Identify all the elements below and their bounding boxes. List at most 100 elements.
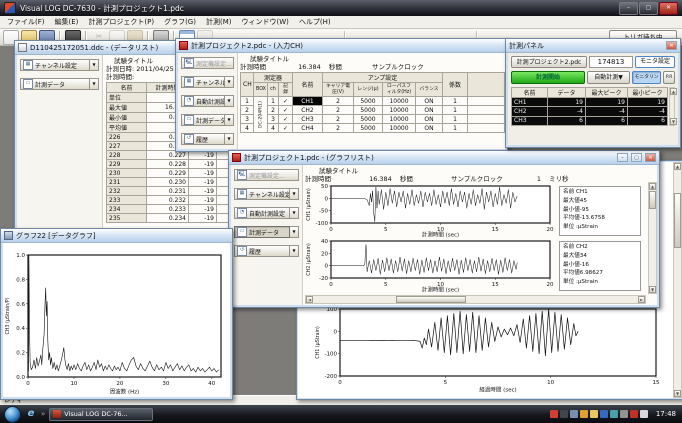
pr-button[interactable]: P.R bbox=[663, 71, 675, 84]
close-button[interactable]: ✕ bbox=[645, 153, 656, 162]
cell[interactable]: 最大値 bbox=[107, 103, 147, 113]
cell[interactable]: 5000 bbox=[354, 124, 383, 133]
cell[interactable]: 19 bbox=[586, 98, 628, 107]
scrollbar-thumb[interactable] bbox=[396, 296, 466, 303]
scroll-left-icon[interactable]: ◄ bbox=[306, 296, 313, 303]
cell[interactable]: 231 bbox=[107, 178, 147, 187]
menu-measure[interactable]: 計測(M) bbox=[201, 16, 237, 28]
cell[interactable] bbox=[468, 124, 505, 133]
start-button[interactable] bbox=[4, 406, 21, 423]
cell[interactable]: 4 bbox=[241, 124, 254, 133]
record-check-icon[interactable]: ✓ bbox=[279, 106, 293, 115]
tray-icon-7[interactable] bbox=[610, 410, 618, 418]
column-header-box[interactable]: BOX bbox=[254, 83, 268, 97]
menu-help[interactable]: ヘルプ(H) bbox=[294, 16, 336, 28]
cell[interactable]: ON bbox=[416, 106, 443, 115]
column-header[interactable]: 名前 bbox=[512, 88, 548, 98]
monitoring-button[interactable]: モニタリング bbox=[632, 71, 661, 84]
scroll-down-icon[interactable]: ▼ bbox=[674, 390, 681, 397]
record-check-icon[interactable]: ✓ bbox=[279, 97, 293, 106]
menu-file[interactable]: ファイル(F) bbox=[2, 16, 50, 28]
maximize-button[interactable]: ▢ bbox=[631, 153, 642, 162]
taskbar-task-button[interactable]: Visual LOG DC-76... bbox=[49, 408, 153, 421]
channel-name-cell-selected[interactable]: CH1 bbox=[293, 97, 323, 106]
cell[interactable]: 2 bbox=[323, 124, 354, 133]
chevron-down-icon[interactable]: ▼ bbox=[225, 95, 234, 107]
cell[interactable]: 5000 bbox=[354, 106, 383, 115]
cell[interactable]: -19 bbox=[189, 196, 217, 205]
table-row[interactable]: 3 3 ✓ CH3 2 5000 10000 ON 1 bbox=[241, 115, 505, 124]
menu-project[interactable]: 計測プロジェクト(P) bbox=[83, 16, 159, 28]
column-header-extra[interactable] bbox=[468, 73, 505, 97]
cell[interactable]: 1 bbox=[268, 97, 279, 106]
cell[interactable] bbox=[468, 97, 505, 106]
cell[interactable]: 19 bbox=[548, 98, 586, 107]
cell[interactable]: -19 bbox=[189, 205, 217, 214]
sidebar-item-channel-settings[interactable]: ▦チャンネル設定 ▼ bbox=[20, 59, 99, 71]
cell[interactable]: -4 bbox=[628, 107, 668, 116]
cell[interactable]: 0.228 bbox=[147, 160, 189, 169]
cell[interactable]: 0.231 bbox=[147, 187, 189, 196]
record-check-icon[interactable]: ✓ bbox=[279, 124, 293, 133]
cell[interactable]: 2 bbox=[241, 106, 254, 115]
cell[interactable]: 2 bbox=[268, 106, 279, 115]
cell[interactable]: 0.232 bbox=[147, 196, 189, 205]
input-ch-title-bar[interactable]: 計測プロジェクト2.pdc - (入力CH) bbox=[176, 39, 507, 53]
panel-title-bar[interactable]: 計測パネル ✕ bbox=[506, 39, 680, 53]
chevron-down-icon[interactable]: ▼ bbox=[90, 59, 99, 71]
monitor-settings-button[interactable]: モニタ設定 bbox=[635, 56, 675, 68]
column-header-carrier[interactable]: キャリア電圧(V) bbox=[323, 83, 354, 97]
cell[interactable]: -4 bbox=[548, 107, 586, 116]
cell[interactable]: 233 bbox=[107, 196, 147, 205]
cell[interactable]: 1 bbox=[241, 97, 254, 106]
column-header-name[interactable]: 名前 bbox=[293, 73, 323, 97]
column-header-balance[interactable]: バランス bbox=[416, 83, 443, 97]
cell[interactable]: -19 bbox=[189, 187, 217, 196]
sidebar-item-auto-measure[interactable]: ◔自動計測設定 ▼ bbox=[234, 207, 299, 219]
scroll-right-icon[interactable]: ► bbox=[638, 296, 645, 303]
cell[interactable]: 10000 bbox=[383, 106, 416, 115]
scroll-up-icon[interactable]: ▲ bbox=[674, 163, 681, 170]
column-header-ch-num[interactable]: ch bbox=[268, 83, 279, 97]
tray-icon-9[interactable] bbox=[630, 410, 638, 418]
channel-name-cell[interactable]: CH4 bbox=[293, 124, 323, 133]
channel-name-cell[interactable]: CH3 bbox=[293, 115, 323, 124]
cell[interactable]: -19 bbox=[189, 214, 217, 223]
horizontal-scrollbar[interactable]: ◄ ► bbox=[305, 295, 646, 304]
cell[interactable]: 4 bbox=[268, 124, 279, 133]
vertical-scrollbar[interactable]: ▲ ▼ bbox=[648, 182, 657, 294]
record-check-icon[interactable]: ✓ bbox=[279, 115, 293, 124]
sidebar-item-device-settings[interactable]: 🖳測定機設定... bbox=[181, 57, 234, 69]
scroll-down-icon[interactable]: ▼ bbox=[649, 286, 656, 293]
cell[interactable]: 3 bbox=[241, 115, 254, 124]
scrollbar-thumb[interactable] bbox=[649, 191, 656, 209]
cell[interactable]: 5000 bbox=[354, 97, 383, 106]
cell[interactable] bbox=[468, 115, 505, 124]
menu-graph[interactable]: グラフ(G) bbox=[159, 16, 201, 28]
scrollbar-thumb[interactable] bbox=[674, 193, 681, 248]
chevron-down-icon[interactable]: ▼ bbox=[225, 76, 234, 88]
start-measure-button[interactable]: 計測開始 bbox=[511, 71, 585, 84]
cell[interactable]: 2 bbox=[323, 97, 354, 106]
sidebar-item-history[interactable]: ↺履歴 ▼ bbox=[234, 245, 299, 257]
close-icon[interactable]: ✕ bbox=[666, 41, 677, 50]
cell[interactable]: 230 bbox=[107, 169, 147, 178]
chevron-down-icon[interactable]: ▼ bbox=[290, 207, 299, 219]
column-header[interactable]: 名前 bbox=[107, 83, 147, 93]
cell[interactable]: ON bbox=[416, 124, 443, 133]
table-row[interactable]: CH3666 bbox=[512, 116, 668, 125]
table-row[interactable]: CH1191919 bbox=[512, 98, 668, 107]
cell[interactable]: 0.230 bbox=[147, 178, 189, 187]
cell[interactable]: 0.234 bbox=[147, 214, 189, 223]
cell[interactable]: 2 bbox=[323, 106, 354, 115]
channel-name-cell[interactable]: CH2 bbox=[293, 106, 323, 115]
cell[interactable]: 232 bbox=[107, 187, 147, 196]
sidebar-item-channel-settings[interactable]: ▦チャンネル設定 ▼ bbox=[181, 76, 234, 88]
scroll-down-icon[interactable]: ▼ bbox=[670, 118, 677, 125]
maximize-button[interactable]: ▢ bbox=[639, 2, 658, 15]
cell[interactable]: 235 bbox=[107, 214, 147, 223]
column-header[interactable]: データ bbox=[548, 88, 586, 98]
column-header-coef[interactable]: 係数 bbox=[443, 73, 468, 97]
chevron-down-icon[interactable]: ▼ bbox=[225, 133, 234, 145]
project-select-button[interactable]: 計測プロジェクト2.pdc bbox=[511, 56, 587, 68]
